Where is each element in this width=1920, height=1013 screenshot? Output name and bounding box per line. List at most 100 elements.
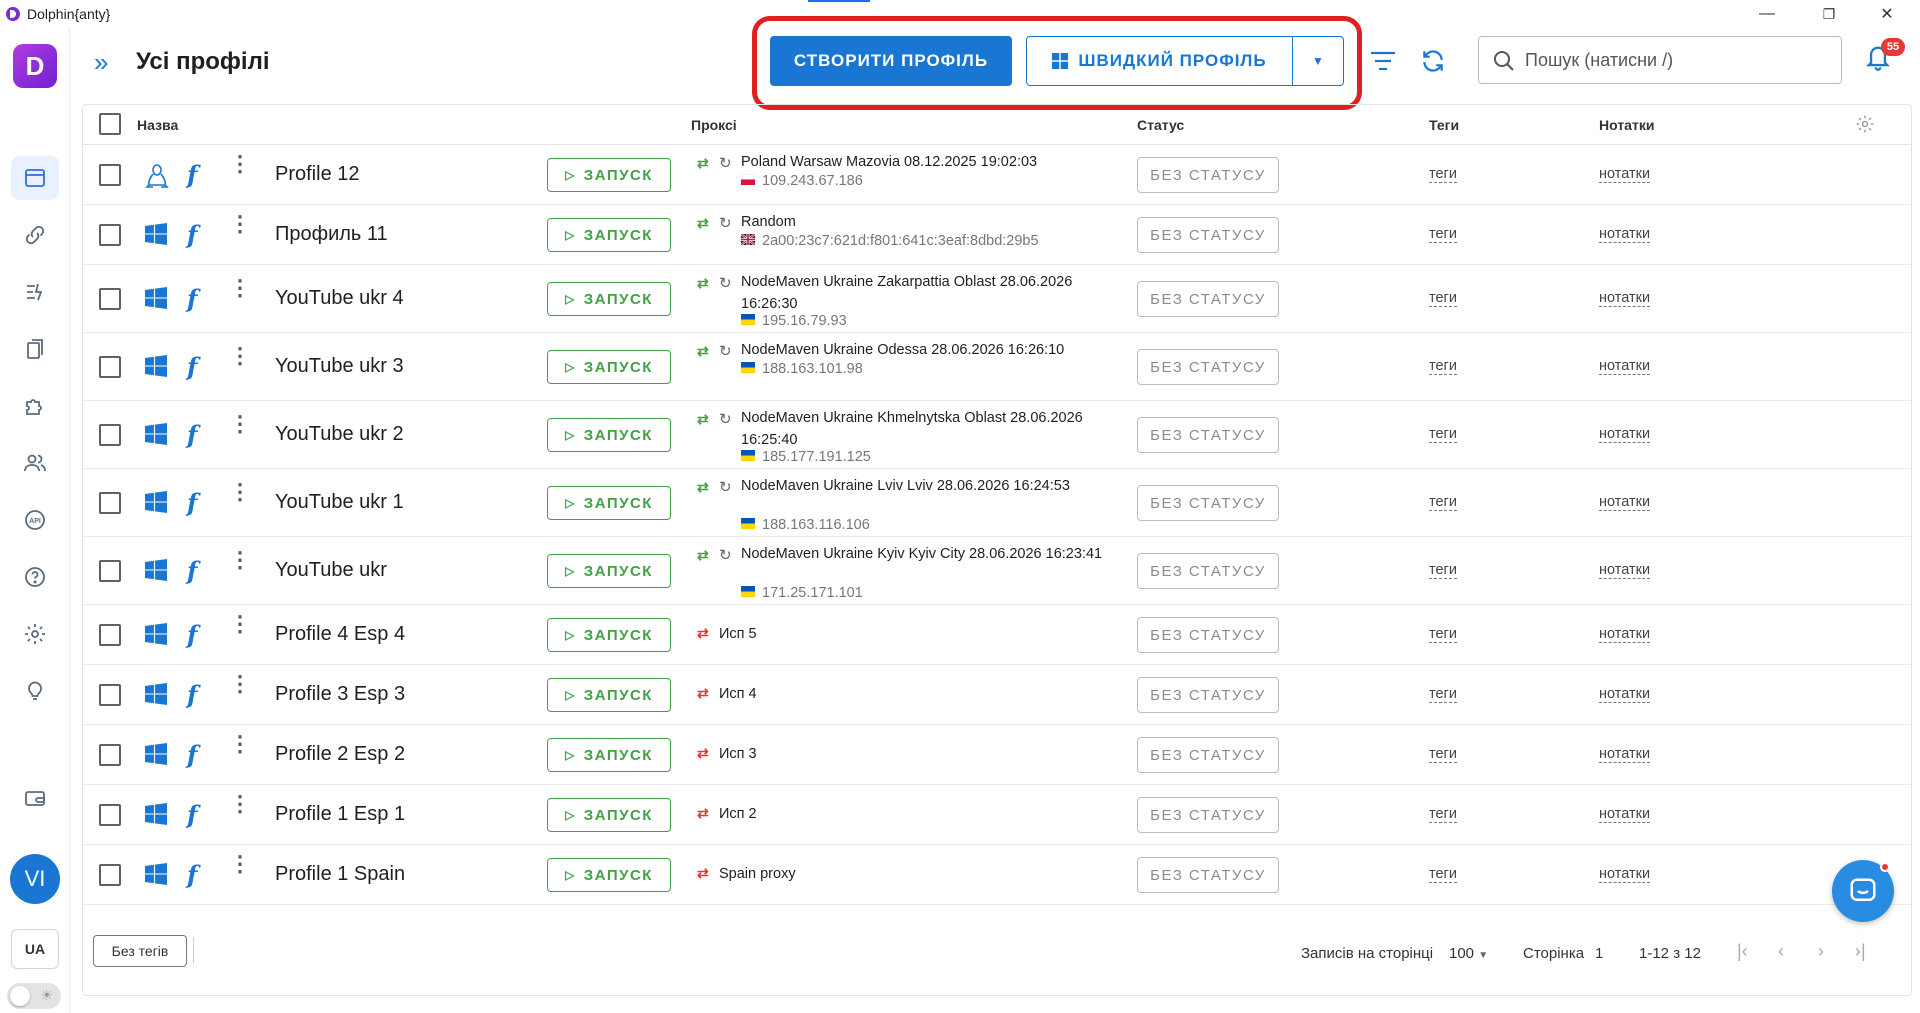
tags-link[interactable]: теги [1429,866,1457,883]
row-checkbox[interactable] [99,424,121,446]
table-row[interactable]: f ⋮ YouTube ukr ▷ ЗАПУСК ⇄ ↻ NodeMaven Ukraine … [83,537,1911,605]
row-checkbox[interactable] [99,356,121,378]
prev-page-icon[interactable]: ‹ [1778,941,1784,962]
notes-link[interactable]: нотатки [1599,746,1651,763]
restore-button[interactable]: ❐ [1804,0,1854,28]
status-button[interactable]: БЕЗ СТАТУСУ [1137,485,1279,521]
profile-name[interactable]: Profile 2 Esp 2 [275,743,405,766]
status-button[interactable]: БЕЗ СТАТУСУ [1137,349,1279,385]
more-options-icon[interactable]: ⋮ [229,673,251,695]
table-row[interactable]: f ⋮ YouTube ukr 4 ▷ ЗАПУСК ⇄ ↻ NodeMaven Ukrain… [83,265,1911,333]
proxy-refresh-icon[interactable]: ↻ [719,546,732,564]
status-button[interactable]: БЕЗ СТАТУСУ [1137,553,1279,589]
close-button[interactable]: ✕ [1862,0,1912,28]
search-input[interactable] [1525,37,1825,83]
run-profile-button[interactable]: ▷ ЗАПУСК [547,798,671,832]
more-options-icon[interactable]: ⋮ [229,481,251,503]
row-checkbox[interactable] [99,684,121,706]
run-profile-button[interactable]: ▷ ЗАПУСК [547,282,671,316]
profile-name[interactable]: YouTube ukr [275,559,387,582]
tags-link[interactable]: теги [1429,562,1457,579]
theme-toggle[interactable] [7,983,61,1009]
status-button[interactable]: БЕЗ СТАТУСУ [1137,281,1279,317]
row-checkbox[interactable] [99,224,121,246]
run-profile-button[interactable]: ▷ ЗАПУСК [547,618,671,652]
sidebar-item-extensions[interactable] [11,384,59,428]
tags-link[interactable]: теги [1429,746,1457,763]
tags-link[interactable]: теги [1429,358,1457,375]
tags-link[interactable]: теги [1429,686,1457,703]
run-profile-button[interactable]: ▷ ЗАПУСК [547,218,671,252]
sidebar-item-api[interactable]: API [11,498,59,542]
last-page-icon[interactable]: ›| [1855,941,1866,962]
sidebar-item-profiles[interactable] [11,156,59,200]
quick-profile-button[interactable]: ШВИДКИЙ ПРОФІЛЬ [1027,37,1293,85]
table-row[interactable]: f ⋮ Profile 1 Spain ▷ ЗАПУСК ⇄ Spain proxy БЕЗ … [83,845,1911,905]
notes-link[interactable]: нотатки [1599,426,1651,443]
table-row[interactable]: f ⋮ YouTube ukr 1 ▷ ЗАПУСК ⇄ ↻ NodeMaven Ukrain… [83,469,1911,537]
more-options-icon[interactable]: ⋮ [229,345,251,367]
run-profile-button[interactable]: ▷ ЗАПУСК [547,678,671,712]
brand-logo[interactable]: D [13,44,57,88]
status-button[interactable]: БЕЗ СТАТУСУ [1137,677,1279,713]
minimize-button[interactable]: — [1742,0,1792,28]
tags-link[interactable]: теги [1429,166,1457,183]
profile-name[interactable]: Profile 12 [275,163,360,186]
column-header-name[interactable]: Назва [137,117,178,133]
run-profile-button[interactable]: ▷ ЗАПУСК [547,554,671,588]
notes-link[interactable]: нотатки [1599,626,1651,643]
run-profile-button[interactable]: ▷ ЗАПУСК [547,738,671,772]
more-options-icon[interactable]: ⋮ [229,853,251,875]
run-profile-button[interactable]: ▷ ЗАПУСК [547,418,671,452]
more-options-icon[interactable]: ⋮ [229,549,251,571]
sidebar-item-team[interactable] [11,441,59,485]
table-row[interactable]: f ⋮ Profile 1 Esp 1 ▷ ЗАПУСК ⇄ Исп 2 БЕЗ СТАТУС… [83,785,1911,845]
first-page-icon[interactable]: |‹ [1737,941,1748,962]
row-checkbox[interactable] [99,864,121,886]
table-row[interactable]: f ⋮ Profile 2 Esp 2 ▷ ЗАПУСК ⇄ Исп 3 БЕЗ СТАТУС… [83,725,1911,785]
create-profile-button[interactable]: СТВОРИТИ ПРОФІЛЬ [770,36,1012,86]
column-header-proxy[interactable]: Проксі [691,117,737,133]
tags-link[interactable]: теги [1429,806,1457,823]
row-checkbox[interactable] [99,164,121,186]
row-checkbox[interactable] [99,624,121,646]
run-profile-button[interactable]: ▷ ЗАПУСК [547,350,671,384]
more-options-icon[interactable]: ⋮ [229,213,251,235]
notes-link[interactable]: нотатки [1599,562,1651,579]
sidebar-item-settings[interactable] [11,612,59,656]
more-options-icon[interactable]: ⋮ [229,733,251,755]
run-profile-button[interactable]: ▷ ЗАПУСК [547,158,671,192]
notes-link[interactable]: нотатки [1599,806,1651,823]
status-button[interactable]: БЕЗ СТАТУСУ [1137,737,1279,773]
profile-name[interactable]: Profile 1 Esp 1 [275,803,405,826]
sidebar-item-tips[interactable] [11,669,59,713]
status-button[interactable]: БЕЗ СТАТУСУ [1137,217,1279,253]
expand-sidebar-icon[interactable]: » [94,49,108,75]
profile-name[interactable]: Профиль 11 [275,223,388,246]
tags-link[interactable]: теги [1429,290,1457,307]
profile-name[interactable]: Profile 3 Esp 3 [275,683,405,706]
run-profile-button[interactable]: ▷ ЗАПУСК [547,858,671,892]
status-button[interactable]: БЕЗ СТАТУСУ [1137,797,1279,833]
profile-name[interactable]: YouTube ukr 4 [275,287,404,310]
column-header-notes[interactable]: Нотатки [1599,117,1654,133]
notes-link[interactable]: нотатки [1599,358,1651,375]
profile-name[interactable]: Profile 1 Spain [275,863,405,886]
profile-name[interactable]: YouTube ukr 3 [275,355,404,378]
table-row[interactable]: f ⋮ YouTube ukr 2 ▷ ЗАПУСК ⇄ ↻ NodeMaven Ukrain… [83,401,1911,469]
notes-link[interactable]: нотатки [1599,290,1651,307]
table-row[interactable]: f ⋮ Profile 4 Esp 4 ▷ ЗАПУСК ⇄ Исп 5 БЕЗ СТАТУС… [83,605,1911,665]
sidebar-item-wallet[interactable] [11,776,59,820]
status-button[interactable]: БЕЗ СТАТУСУ [1137,417,1279,453]
notes-link[interactable]: нотатки [1599,226,1651,243]
proxy-refresh-icon[interactable]: ↻ [719,342,732,360]
select-all-checkbox[interactable] [99,113,121,135]
row-checkbox[interactable] [99,744,121,766]
tags-link[interactable]: теги [1429,626,1457,643]
table-row[interactable]: f ⋮ Профиль 11 ▷ ЗАПУСК ⇄ ↻ Random 2a00:23c7:621… [83,205,1911,265]
row-checkbox[interactable] [99,288,121,310]
table-row[interactable]: f ⋮ Profile 3 Esp 3 ▷ ЗАПУСК ⇄ Исп 4 БЕЗ СТАТУС… [83,665,1911,725]
sidebar-item-proxies[interactable] [11,213,59,257]
column-header-status[interactable]: Статус [1137,117,1184,133]
status-button[interactable]: БЕЗ СТАТУСУ [1137,157,1279,193]
